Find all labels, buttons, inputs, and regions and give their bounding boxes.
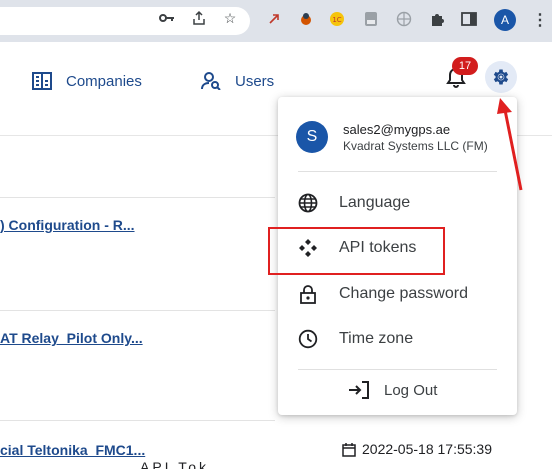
menu-item-change-password[interactable]: Change password <box>278 274 517 314</box>
extension-doc-icon[interactable] <box>362 10 380 28</box>
list-item-link[interactable]: cial Teltonika_FMC1... <box>0 442 145 458</box>
logout-icon <box>349 381 369 399</box>
user-avatar: S <box>296 121 328 153</box>
menu-item-language[interactable]: Language <box>278 183 517 223</box>
browser-menu-icon[interactable]: ⋮ <box>532 10 548 30</box>
row-divider <box>0 197 275 198</box>
menu-item-time-zone[interactable]: Time zone <box>278 319 517 359</box>
logout-button[interactable]: Log Out <box>348 380 437 400</box>
extension-bug-icon[interactable] <box>297 10 315 28</box>
nav-companies-label: Companies <box>66 72 142 90</box>
browser-toolbar: ☆ 1C A ⋮ <box>0 0 552 42</box>
globe-icon <box>297 192 319 214</box>
row-date: 2022-05-18 17:55:39 <box>342 441 492 457</box>
gear-icon <box>493 69 509 85</box>
list-item-link[interactable]: ) Configuration - R... <box>0 217 135 233</box>
nav-users[interactable]: Users <box>201 69 274 93</box>
row-date-value: 2022-05-18 17:55:39 <box>362 441 492 457</box>
clock-icon <box>297 328 319 350</box>
lock-icon <box>297 283 319 305</box>
user-email: sales2@mygps.ae <box>343 122 451 137</box>
menu-item-label: Time zone <box>339 330 414 347</box>
menu-item-label: Change password <box>339 285 468 302</box>
puzzle-icon[interactable] <box>428 10 446 28</box>
row-divider <box>0 310 275 311</box>
key-icon[interactable] <box>158 9 176 27</box>
companies-icon <box>32 72 52 90</box>
notification-badge: 17 <box>452 57 478 75</box>
nav-users-label: Users <box>235 72 275 90</box>
users-icon <box>201 72 221 90</box>
annotation-highlight-box <box>268 227 445 275</box>
settings-button[interactable] <box>485 61 517 93</box>
row-divider <box>0 420 275 421</box>
calendar-icon <box>342 442 356 457</box>
extension-1c-icon[interactable]: 1C <box>328 10 346 28</box>
user-company: Kvadrat Systems LLC (FM) <box>343 139 488 153</box>
share-icon[interactable] <box>190 9 208 27</box>
extension-globe-icon[interactable] <box>395 10 413 28</box>
side-panel-icon[interactable] <box>460 10 478 28</box>
menu-divider <box>298 369 497 370</box>
extension-arrow-icon[interactable] <box>265 10 283 28</box>
list-item-link[interactable]: AT Relay_Pilot Only... <box>0 330 143 346</box>
menu-divider <box>298 171 497 172</box>
nav-companies[interactable]: Companies <box>32 69 142 93</box>
address-bar[interactable] <box>0 7 250 35</box>
profile-avatar[interactable]: A <box>494 9 516 31</box>
menu-item-label: Language <box>339 194 411 211</box>
svg-text:1C: 1C <box>332 16 341 24</box>
star-icon[interactable]: ☆ <box>221 9 239 27</box>
logout-label: Log Out <box>384 381 438 399</box>
cut-off-caption: API Tok <box>140 459 209 469</box>
